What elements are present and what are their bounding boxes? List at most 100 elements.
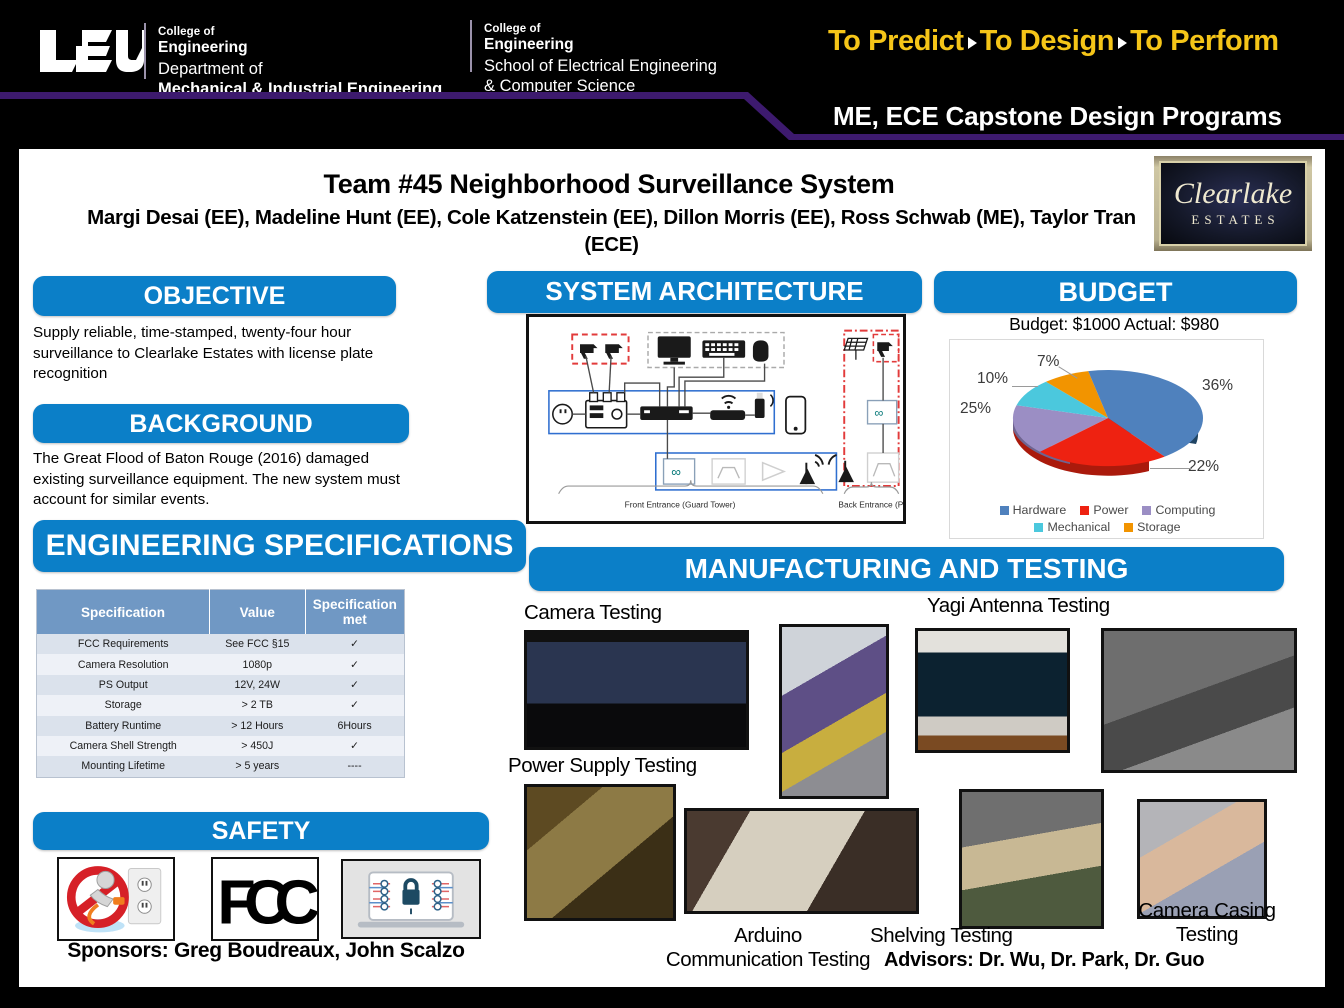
- budget-pie-chart: 7% 10% 25% 36% 22% Hardware Power Computin…: [949, 339, 1264, 539]
- photo-arduino-communication-testing: [684, 808, 919, 914]
- caption-shelving-testing: Shelving Testing: [870, 924, 1013, 947]
- col-specification: Specification: [36, 589, 210, 634]
- safety-heading: SAFETY: [33, 812, 489, 850]
- legend-item-hardware: Hardware: [999, 503, 1067, 517]
- me-department-name: Mechanical & Industrial Engineering: [158, 79, 443, 98]
- photo-yagi-antenna: [1101, 628, 1297, 773]
- table-cell-2: ✓: [350, 678, 359, 691]
- caption-camera-testing: Camera Testing: [524, 601, 662, 624]
- arch-front-label: Front Entrance (Guard Tower): [625, 499, 736, 509]
- me-department-block: College of Engineering Department of Mec…: [158, 26, 442, 99]
- col-value: Value: [209, 589, 306, 634]
- table-row: FCC Requirements See FCC §15 ✓: [36, 634, 405, 655]
- objective-text: Supply reliable, time-stamped, twenty-fo…: [33, 324, 374, 382]
- legend-swatch-icon: [1080, 506, 1090, 515]
- cyber-lock-icon: [341, 859, 481, 939]
- table-cell-0: Storage: [104, 699, 142, 712]
- objective-heading: OBJECTIVE: [33, 276, 396, 316]
- background-text: The Great Flood of Baton Rouge (2016) da…: [33, 450, 400, 508]
- triangle-arrow-icon: [967, 37, 977, 49]
- poster-body: Team #45 Neighborhood Surveillance Syste…: [18, 148, 1326, 988]
- ece-engineering: Engineering: [484, 36, 574, 53]
- arch-back-label: Back Entrance (Pole): [838, 499, 903, 509]
- table-cell-2: ✓: [350, 658, 359, 671]
- table-cell-1: > 450J: [241, 740, 274, 753]
- tagline-perform: To Perform: [1130, 25, 1279, 57]
- poster-title: Team #45 Neighborhood Surveillance Syste…: [323, 169, 895, 199]
- photo-camera-testing: [524, 630, 749, 750]
- table-row: Storage > 2 TB ✓: [36, 695, 405, 716]
- table-cell-0: PS Output: [98, 678, 148, 691]
- table-cell-1: > 12 Hours: [231, 719, 284, 732]
- architecture-heading: SYSTEM ARCHITECTURE: [487, 271, 922, 313]
- caption-power-supply-testing: Power Supply Testing: [508, 754, 697, 777]
- table-cell-0: Camera Shell Strength: [69, 740, 177, 753]
- table-cell-0: Camera Resolution: [77, 658, 169, 671]
- page-header: College of Engineering Department of Mec…: [0, 0, 1344, 140]
- system-architecture-diagram: ∞ ∞ Front Entrance (Guard Tower) Back En…: [526, 314, 917, 524]
- advisors-text: Advisors: Dr. Wu, Dr. Park, Dr. Guo: [884, 949, 1205, 971]
- legend-label: Hardware: [1012, 503, 1067, 517]
- table-cell-0: FCC Requirements: [77, 638, 169, 651]
- manufacturing-heading: MANUFACTURING AND TESTING: [529, 547, 1284, 591]
- table-cell-2: 6Hours: [337, 719, 372, 732]
- table-cell-2: ✓: [350, 699, 359, 712]
- specifications-table: Specification Value Specification met FC…: [36, 589, 405, 778]
- no-wet-outlet-icon: [57, 857, 175, 941]
- table-row: PS Output 12V, 24W ✓: [36, 674, 405, 696]
- legend-item-storage: Storage: [1124, 520, 1181, 534]
- header-divider-1: [144, 23, 146, 79]
- clearlake-estates-sub: ESTATES: [1191, 212, 1280, 227]
- me-college-of: College of: [158, 26, 215, 38]
- pie-label-power: 22%: [1188, 458, 1220, 475]
- budget-summary: Budget: $1000 Actual: $980: [1009, 314, 1219, 334]
- pie-chart-svg: [1012, 370, 1204, 476]
- tagline-design: To Design: [979, 25, 1115, 57]
- pie-label-computing: 25%: [960, 400, 992, 417]
- legend-label: Mechanical: [1047, 520, 1111, 534]
- ece-school-name-1: School of Electrical Engineering: [484, 57, 717, 75]
- triangle-arrow-icon-2: [1118, 37, 1128, 49]
- photo-spectrum-analyzer: [915, 628, 1070, 753]
- legend-swatch-icon: [999, 506, 1009, 515]
- pie-label-storage: 7%: [1037, 353, 1060, 370]
- pie-leader-3: [1150, 468, 1192, 469]
- pie-chart-legend: Hardware Power Computing Mechanical Storage: [958, 503, 1257, 534]
- tagline-predict: To Predict: [828, 25, 964, 57]
- caption-camera-casing-testing: Camera Casing Testing: [1138, 899, 1276, 946]
- me-department-of: Department of: [158, 60, 263, 78]
- clearlake-wordmark: Clearlake: [1173, 177, 1293, 210]
- specifications-heading: ENGINEERING SPECIFICATIONS: [33, 520, 526, 572]
- lsu-logo: [38, 29, 144, 73]
- ece-school-block: College of Engineering School of Electri…: [484, 23, 717, 96]
- svg-text:∞: ∞: [874, 406, 883, 420]
- col-specification-met: Specification met: [305, 589, 405, 634]
- pie-label-mechanical: 10%: [977, 370, 1009, 387]
- ece-college-of: College of: [484, 23, 541, 35]
- budget-heading: BUDGET: [934, 271, 1297, 313]
- table-cell-1: 12V, 24W: [234, 678, 281, 691]
- pie-leader-2: [1012, 386, 1038, 387]
- legend-swatch-icon: [1034, 523, 1044, 532]
- table-cell-1: See FCC §15: [225, 638, 290, 651]
- me-engineering: Engineering: [158, 39, 248, 56]
- legend-swatch-icon: [1142, 506, 1152, 515]
- table-cell-2: ✓: [350, 740, 359, 753]
- poster-authors: Margi Desai (EE), Madeline Hunt (EE), Co…: [87, 206, 1136, 256]
- legend-item-power: Power: [1080, 503, 1128, 517]
- background-heading: BACKGROUND: [33, 404, 409, 443]
- legend-swatch-icon: [1124, 523, 1134, 532]
- svg-text:∞: ∞: [671, 464, 681, 479]
- legend-label: Power: [1093, 503, 1129, 517]
- pie-label-hardware: 36%: [1202, 377, 1234, 394]
- photo-power-supply-testing: [524, 784, 676, 921]
- table-cell-1: > 5 years: [235, 760, 280, 773]
- svg-text:C: C: [275, 868, 317, 938]
- photo-shelving-testing: [959, 789, 1104, 929]
- table-cell-2: ----: [347, 760, 362, 773]
- header-tagline: To Predict To Design To Perform: [828, 25, 1279, 58]
- table-cell-1: > 2 TB: [241, 699, 273, 712]
- header-divider-2: [470, 20, 472, 72]
- capstone-program-title: ME, ECE Capstone Design Programs: [833, 101, 1282, 131]
- table-row: Battery Runtime > 12 Hours 6Hours: [36, 715, 405, 736]
